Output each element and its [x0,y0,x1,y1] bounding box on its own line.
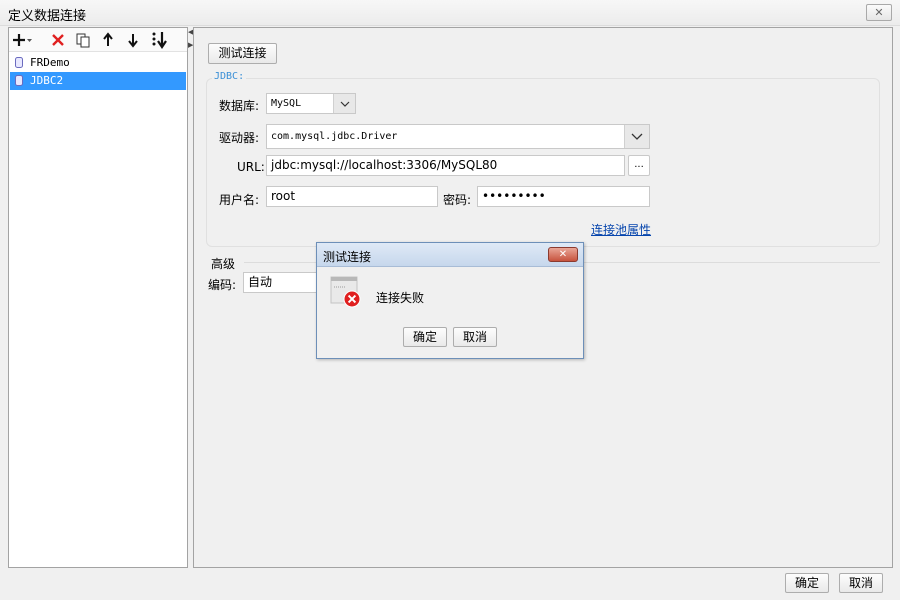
encoding-label: 编码: [208,278,237,292]
advanced-title: 高级 [211,257,236,271]
url-label: URL: [237,160,265,174]
driver-value: com.mysql.jdbc.Driver [271,131,398,142]
dialog-titlebar: 测试连接 ✕ [317,243,583,267]
window-title: 定义数据连接 [8,9,87,24]
dialog-title: 测试连接 [323,250,372,264]
password-label: 密码: [443,193,472,207]
tree-item-label: JDBC2 [30,74,64,87]
dialog-cancel-button[interactable]: 取消 [453,327,497,347]
driver-label: 驱动器: [219,131,260,145]
delete-icon[interactable] [47,30,69,50]
connection-list-panel: FRDemo JDBC2 [8,27,188,568]
sort-icon[interactable] [149,30,171,50]
url-input[interactable]: jdbc:mysql://localhost:3306/MySQL80 [266,155,625,176]
jdbc-group-label: JDBC: [212,71,247,82]
move-down-icon[interactable] [122,30,144,50]
driver-select[interactable]: com.mysql.jdbc.Driver [266,124,650,149]
chevron-down-icon[interactable] [624,125,649,148]
copy-icon[interactable] [72,30,94,50]
username-label: 用户名: [219,193,260,207]
tree-item-label: FRDemo [30,56,70,69]
database-icon [15,75,23,86]
window-titlebar: 定义数据连接 ✕ [0,0,900,26]
window-close-button[interactable]: ✕ [866,4,892,21]
database-select[interactable]: MySQL [266,93,356,114]
add-icon[interactable] [12,30,34,50]
database-label: 数据库: [219,99,260,113]
dialog-close-button[interactable]: ✕ [548,247,578,262]
connection-error-icon [330,276,361,308]
connection-toolbar [9,28,187,52]
cancel-button[interactable]: 取消 [839,573,883,593]
dialog-ok-button[interactable]: 确定 [403,327,447,347]
url-browse-button[interactable]: ... [628,155,650,176]
pool-properties-link[interactable]: 连接池属性 [591,221,651,238]
database-icon [15,57,23,68]
tree-item-jdbc2[interactable]: JDBC2 [10,72,186,90]
username-input[interactable]: root [266,186,438,207]
tree-item-frdemo[interactable]: FRDemo [10,54,186,72]
database-value: MySQL [271,98,302,109]
chevron-down-icon[interactable] [333,94,355,113]
test-connection-dialog: 测试连接 ✕ 连接失败 确定 取消 [316,242,584,359]
password-input[interactable]: ••••••••• [477,186,650,207]
dialog-message: 连接失败 [376,291,425,305]
encoding-select[interactable]: 自动 [243,272,323,293]
move-up-icon[interactable] [97,30,119,50]
ok-button[interactable]: 确定 [785,573,829,593]
test-connection-button[interactable]: 测试连接 [208,43,277,64]
